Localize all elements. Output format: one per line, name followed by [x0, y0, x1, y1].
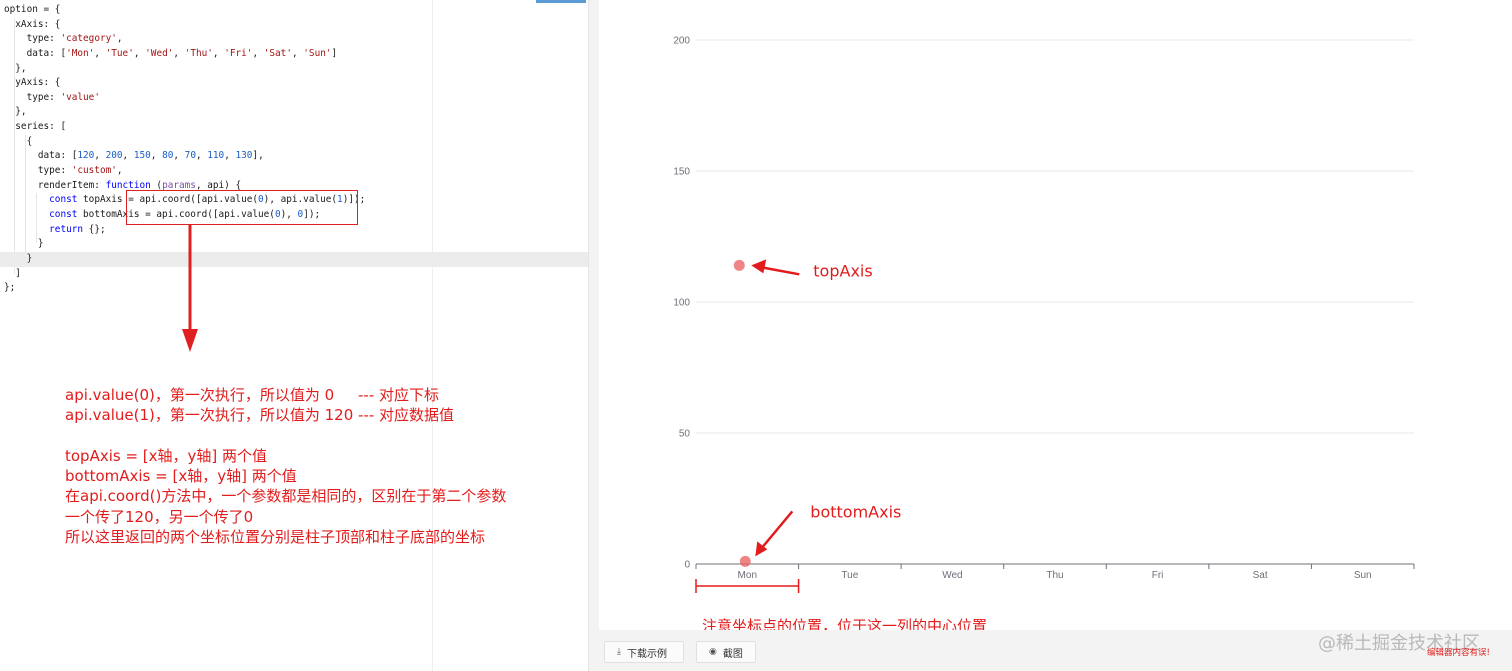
- note-line: 在api.coord()方法中，一个参数都是相同的，区别在于第二个参数: [65, 487, 507, 506]
- code-line[interactable]: data: [120, 200, 150, 80, 70, 110, 130],: [4, 149, 588, 164]
- code-line[interactable]: xAxis: {: [4, 18, 588, 33]
- y-tick-label: 50: [679, 429, 691, 440]
- download-icon: ⤓: [617, 647, 621, 657]
- annotation-arrowhead: [751, 259, 767, 274]
- chart-card: 0 50 100 150 200 Mon Tue Wed Thu Fri Sat Sun topAxis…: [599, 0, 1512, 630]
- annotation-arrow: [761, 510, 794, 549]
- editor-error-tag: 编辑器内容有误!: [1427, 648, 1490, 658]
- y-tick-label: 100: [673, 298, 690, 309]
- x-tick-label: Wed: [942, 570, 962, 581]
- code-line[interactable]: },: [4, 105, 588, 120]
- note-line: topAxis = [x轴，y轴] 两个值: [65, 446, 268, 465]
- code-line[interactable]: type: 'custom',: [4, 164, 588, 179]
- note-line: api.value(1)，第一次执行，所以值为 120 --- 对应数据值: [65, 406, 455, 425]
- annotation-label: bottomAxis: [810, 502, 901, 521]
- download-label: 下载示例: [626, 648, 667, 660]
- code-block[interactable]: option = { xAxis: { type: 'category', da…: [0, 3, 588, 296]
- code-line[interactable]: }: [0, 251, 588, 267]
- code-line[interactable]: data: ['Mon', 'Tue', 'Wed', 'Thu', 'Fri'…: [4, 47, 588, 62]
- explanation-notes: api.value(0)，第一次执行，所以值为 0 --- 对应下标 api.v…: [65, 385, 506, 547]
- data-point: [733, 259, 745, 271]
- chart[interactable]: 0 50 100 150 200 Mon Tue Wed Thu Fri Sat Sun topAxis…: [599, 0, 1512, 630]
- x-tick-label: Mon: [738, 570, 757, 581]
- arrow-down-icon: [182, 225, 198, 352]
- column-center-note: 注意坐标点的位置，位于这一列的中心位置: [702, 617, 987, 630]
- code-line[interactable]: yAxis: {: [4, 76, 588, 91]
- data-point: [739, 555, 751, 567]
- note-line: bottomAxis = [x轴，y轴] 两个值: [65, 467, 297, 486]
- note-line: api.value(0)，第一次执行，所以值为 0 --- 对应下标: [65, 386, 440, 404]
- screenshot-label: 截图: [722, 648, 743, 660]
- code-line[interactable]: option = {: [4, 3, 588, 18]
- y-tick-label: 0: [684, 560, 690, 571]
- note-line: ​: [65, 426, 506, 446]
- download-example-button[interactable]: ⤓ 下载示例: [604, 641, 684, 663]
- code-editor[interactable]: option = { xAxis: { type: 'category', da…: [0, 0, 589, 671]
- x-tick-label: Thu: [1046, 570, 1063, 581]
- code-line[interactable]: series: [: [4, 120, 588, 135]
- x-tick-label: Tue: [841, 570, 858, 581]
- camera-icon: ◉: [709, 647, 717, 657]
- code-line[interactable]: }: [4, 237, 588, 252]
- code-line[interactable]: },: [4, 62, 588, 77]
- code-line[interactable]: type: 'category',: [4, 32, 588, 47]
- x-tick-label: Sat: [1253, 570, 1268, 581]
- y-tick-label: 200: [673, 36, 690, 47]
- highlight-box: [126, 190, 358, 225]
- y-tick-label: 150: [673, 167, 690, 178]
- code-line[interactable]: ]: [4, 267, 588, 282]
- note-line: 一个传了120，另一个传了0: [65, 507, 254, 526]
- note-line: 所以这里返回的两个坐标位置分别是柱子顶部和柱子底部的坐标: [65, 528, 486, 547]
- annotation-arrow: [761, 266, 800, 276]
- x-tick-label: Fri: [1152, 570, 1164, 581]
- x-tick-label: Sun: [1354, 570, 1372, 581]
- code-line[interactable]: type: 'value': [4, 91, 588, 106]
- annotation-label: topAxis: [813, 261, 872, 280]
- screenshot-button[interactable]: ◉ 截图: [696, 641, 756, 663]
- code-line[interactable]: };: [4, 281, 588, 296]
- code-line[interactable]: {: [4, 135, 588, 150]
